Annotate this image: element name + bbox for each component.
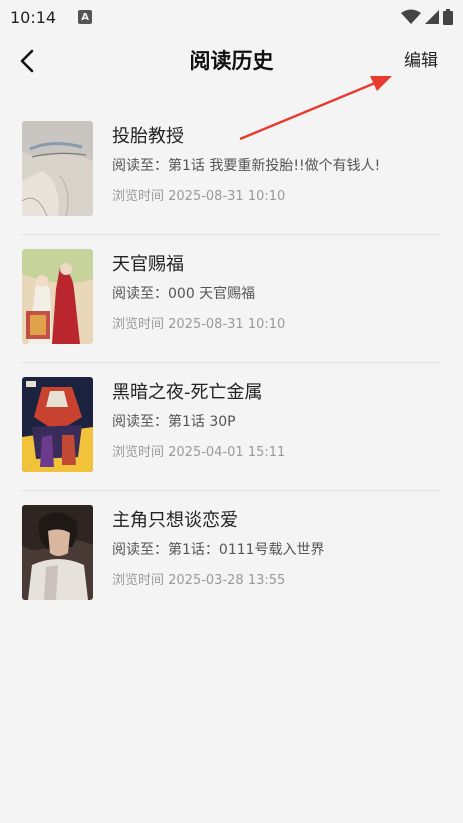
- comic-title: 天官赐福: [112, 254, 184, 275]
- edit-button[interactable]: 编辑: [404, 48, 438, 74]
- browse-time: 浏览时间 2025-08-31 10:10: [112, 317, 286, 332]
- comic-title: 投胎教授: [112, 126, 184, 147]
- status-icons: [401, 9, 453, 25]
- history-list: 投胎教授 阅读至：第1话 我要重新投胎!!做个有钱人! 浏览时间 2025-08…: [0, 107, 463, 619]
- history-item[interactable]: 投胎教授 阅读至：第1话 我要重新投胎!!做个有钱人! 浏览时间 2025-08…: [22, 107, 441, 235]
- history-item[interactable]: 黑暗之夜-死亡金属 阅读至：第1话 30P 浏览时间 2025-04-01 15…: [22, 363, 441, 491]
- page-title: 阅读历史: [189, 48, 274, 73]
- comic-title: 主角只想谈恋爱: [112, 510, 238, 531]
- comic-cover: [22, 249, 93, 344]
- read-progress: 阅读至：000 天官赐福: [112, 286, 256, 302]
- browse-time: 浏览时间 2025-04-01 15:11: [112, 445, 286, 460]
- comic-cover: [22, 505, 93, 600]
- wifi-icon: [401, 9, 421, 24]
- read-progress: 阅读至：第1话 我要重新投胎!!做个有钱人!: [112, 158, 381, 174]
- read-progress: 阅读至：第1话 30P: [112, 414, 236, 430]
- comic-title: 黑暗之夜-死亡金属: [112, 382, 263, 403]
- comic-cover: [22, 377, 93, 472]
- header: 阅读历史 编辑: [0, 34, 463, 90]
- signal-icon: [425, 10, 439, 24]
- history-item[interactable]: 天官赐福 阅读至：000 天官赐福 浏览时间 2025-08-31 10:10: [22, 235, 441, 363]
- browse-time: 浏览时间 2025-03-28 13:55: [112, 573, 286, 588]
- browse-time: 浏览时间 2025-08-31 10:10: [112, 189, 286, 204]
- notification-icon: A: [78, 10, 93, 24]
- history-item[interactable]: 主角只想谈恋爱 阅读至：第1话：0111号载入世界 浏览时间 2025-03-2…: [22, 491, 441, 619]
- battery-icon: [443, 9, 453, 25]
- read-progress: 阅读至：第1话：0111号载入世界: [112, 542, 325, 558]
- status-bar: 10:14 A: [0, 0, 463, 34]
- status-time: 10:14: [10, 7, 57, 27]
- comic-cover: [22, 121, 93, 216]
